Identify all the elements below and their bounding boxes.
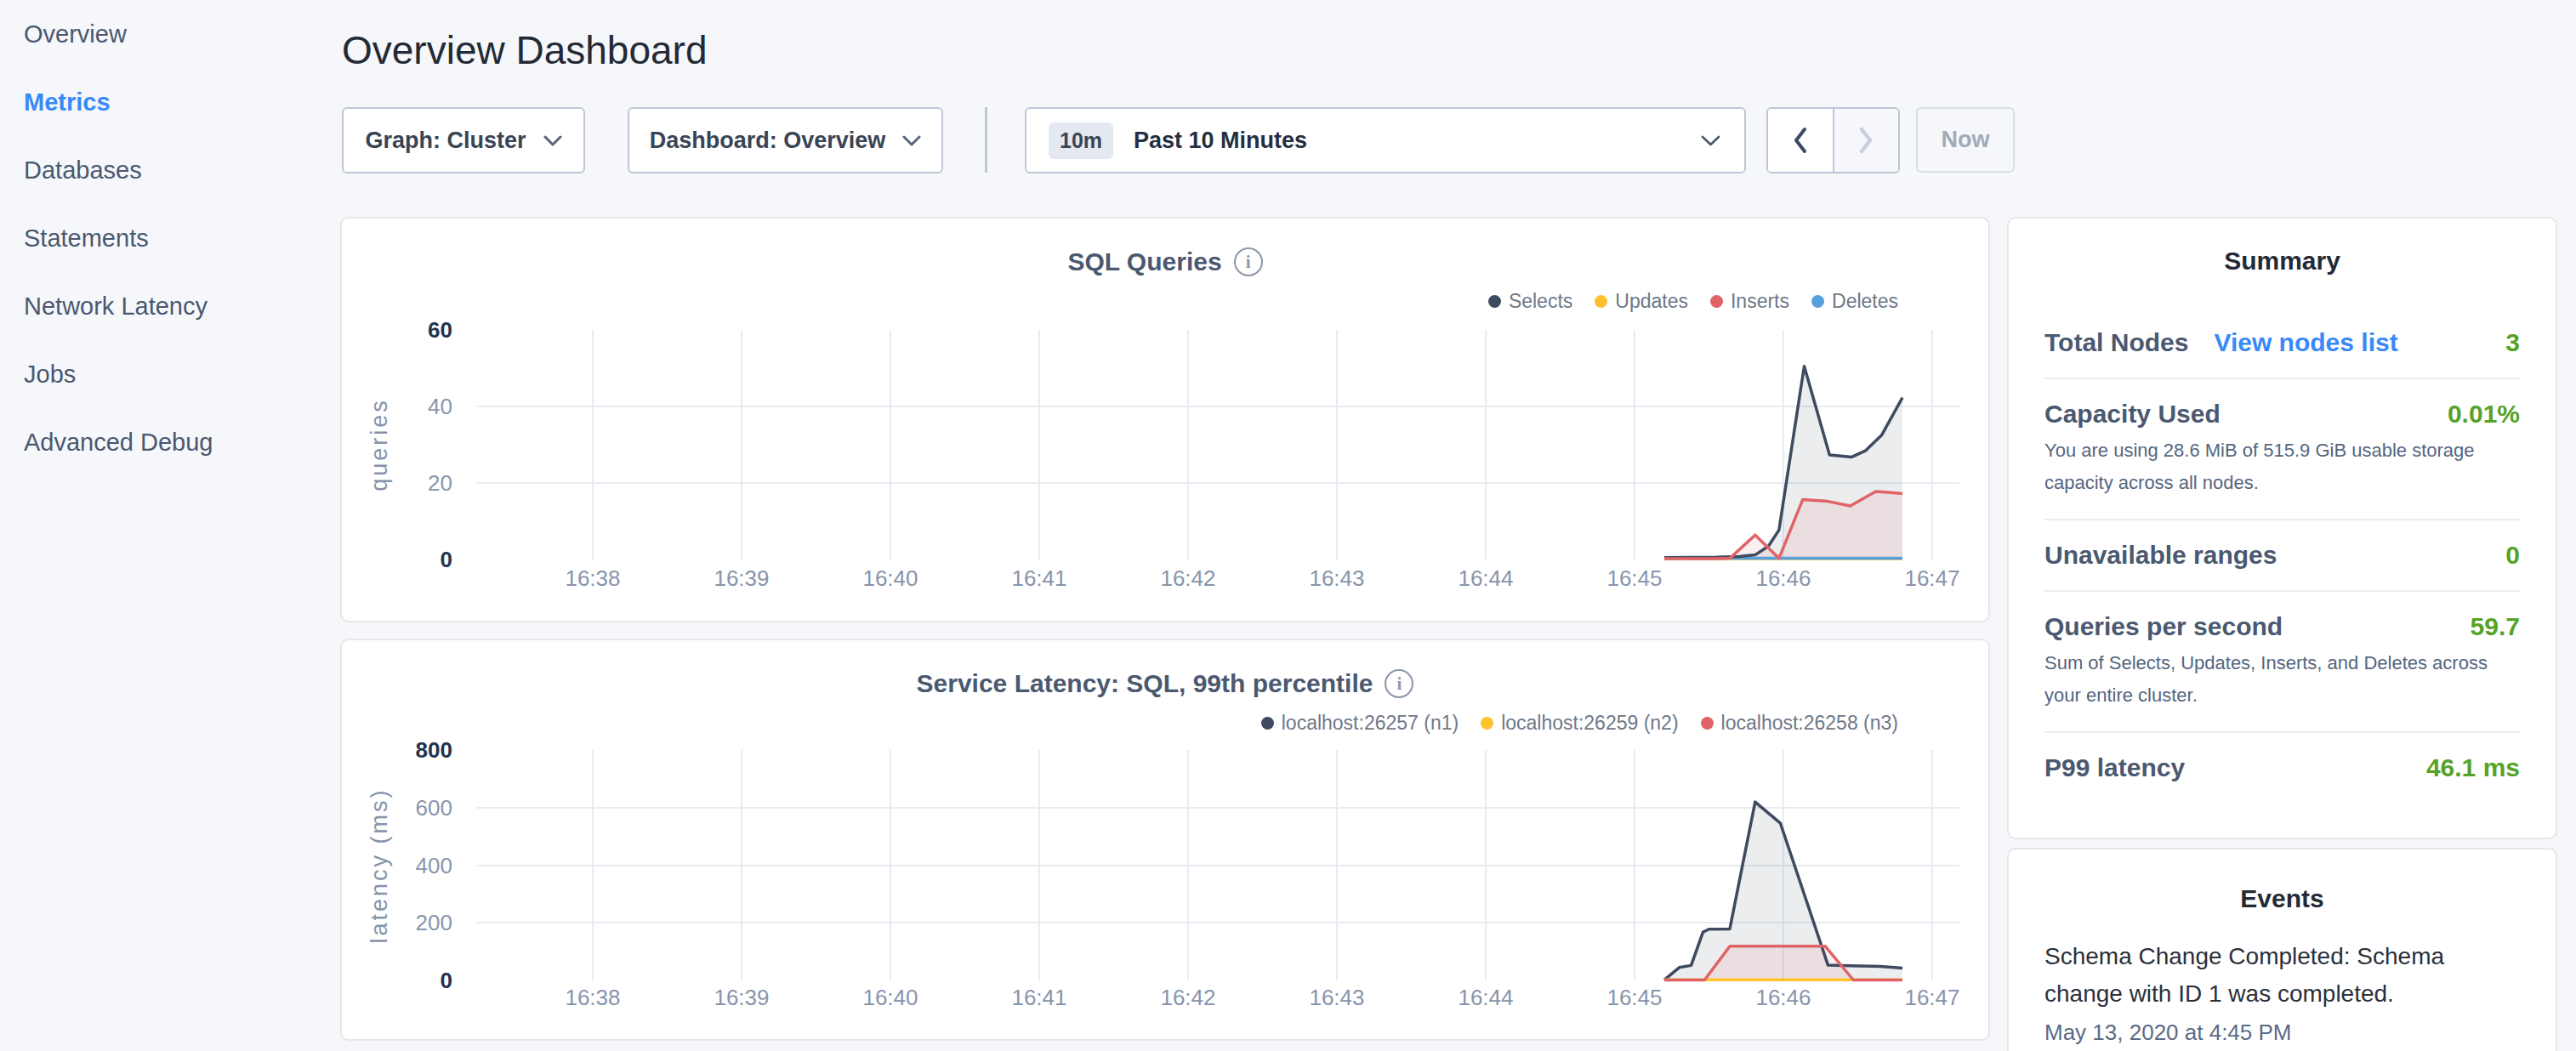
- event-timestamp: May 13, 2020 at 4:45 PM: [2044, 1018, 2520, 1047]
- events-card: Events Schema Change Completed: Schema c…: [2009, 849, 2556, 1051]
- events-title: Events: [2044, 882, 2520, 916]
- summary-row-description: Sum of Selects, Updates, Inserts, and De…: [2044, 647, 2520, 712]
- summary-row: Unavailable ranges 0: [2044, 520, 2520, 592]
- summary-row-label: Queries per second: [2044, 611, 2283, 642]
- controls-divider: [985, 107, 987, 173]
- graph-select[interactable]: Graph: Cluster: [342, 107, 585, 173]
- summary-row-description: You are using 28.6 MiB of 515.9 GiB usab…: [2044, 435, 2520, 499]
- summary-card: Summary Total Nodes View nodes list 3 Capac…: [2009, 219, 2556, 838]
- summary-row-label: P99 latency: [2044, 753, 2185, 783]
- service-latency-chart-card: Service Latency: SQL, 99th percentile i …: [342, 640, 1988, 1039]
- time-range-label: Past 10 Minutes: [1134, 128, 1307, 154]
- page-title: Overview Dashboard: [342, 27, 708, 73]
- sidebar-item-advanced-debug[interactable]: Advanced Debug: [0, 408, 340, 476]
- sql-queries-chart-card: SQL Queries i SelectsUpdatesInsertsDelet…: [342, 219, 1988, 621]
- chart-plot: [342, 219, 1988, 621]
- sidebar-item-metrics[interactable]: Metrics: [0, 68, 340, 136]
- next-range-button[interactable]: [1833, 109, 1899, 172]
- time-range-badge: 10m: [1049, 122, 1113, 159]
- chevron-down-icon: [543, 135, 562, 146]
- view-nodes-list-link[interactable]: View nodes list: [2214, 327, 2397, 358]
- event-text: Schema Change Completed: Schema change w…: [2044, 938, 2520, 1013]
- time-range-select[interactable]: 10m Past 10 Minutes: [1025, 107, 1746, 173]
- chevron-down-icon: [902, 135, 921, 146]
- time-pager: [1766, 107, 1900, 173]
- summary-row-label: Unavailable ranges: [2044, 540, 2277, 571]
- sidebar-item-network-latency[interactable]: Network Latency: [0, 272, 340, 340]
- prev-range-button[interactable]: [1768, 109, 1833, 172]
- dashboard-select[interactable]: Dashboard: Overview: [628, 107, 943, 173]
- summary-row: Capacity Used 0.01% You are using 28.6 MiB…: [2044, 379, 2520, 520]
- summary-row: P99 latency 46.1 ms: [2044, 733, 2520, 803]
- sidebar-item-jobs[interactable]: Jobs: [0, 340, 340, 408]
- dashboard-select-label: Dashboard: Overview: [650, 128, 886, 154]
- summary-row-label: Total Nodes: [2044, 327, 2188, 358]
- summary-row: Total Nodes View nodes list 3: [2044, 308, 2520, 379]
- summary-row-value: 59.7: [2471, 611, 2520, 642]
- sidebar: OverviewMetricsDatabasesStatementsNetwor…: [0, 0, 340, 476]
- summary-row-value: 46.1 ms: [2426, 753, 2520, 783]
- sidebar-item-statements[interactable]: Statements: [0, 204, 340, 272]
- sidebar-item-overview[interactable]: Overview: [0, 0, 340, 68]
- now-button[interactable]: Now: [1916, 107, 2015, 173]
- chevron-down-icon: [1701, 135, 1720, 146]
- summary-row-value: 3: [2505, 327, 2520, 358]
- summary-row-label: Capacity Used: [2044, 399, 2221, 429]
- sidebar-item-databases[interactable]: Databases: [0, 136, 340, 204]
- graph-select-label: Graph: Cluster: [365, 128, 526, 154]
- event-item[interactable]: Schema Change Completed: Schema change w…: [2044, 938, 2520, 1047]
- summary-row-value: 0: [2505, 540, 2520, 571]
- summary-row: Queries per second 59.7 Sum of Selects, Up…: [2044, 592, 2520, 733]
- summary-row-value: 0.01%: [2448, 399, 2520, 429]
- chart-plot: [342, 640, 1988, 1039]
- summary-title: Summary: [2044, 244, 2520, 278]
